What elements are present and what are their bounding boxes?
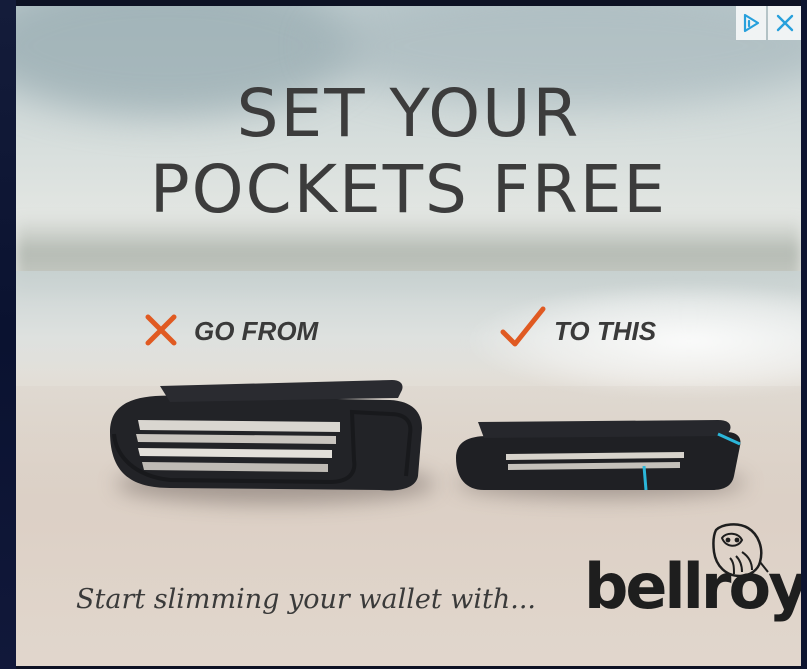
to-this-label: TO THIS bbox=[554, 316, 657, 346]
headline-line-1: SET YOUR bbox=[236, 75, 581, 152]
tagline: Start slimming your wallet with... bbox=[76, 584, 537, 615]
bulky-wallet-image bbox=[110, 380, 422, 491]
adchoices-button[interactable] bbox=[736, 6, 766, 40]
headline-line-2: POCKETS FREE bbox=[149, 151, 668, 228]
headline: SET YOUR POCKETS FREE bbox=[16, 76, 801, 228]
go-from-label: GO FROM bbox=[194, 316, 319, 346]
left-background-edge bbox=[0, 0, 16, 669]
bellroy-logo: bellroy bbox=[584, 550, 801, 623]
adchoices-icon bbox=[743, 13, 760, 33]
bellroy-ad-banner[interactable]: SET YOUR POCKETS FREE GO FROM TO THIS St… bbox=[16, 6, 801, 666]
x-mark-icon bbox=[145, 314, 177, 346]
check-mark-icon bbox=[500, 306, 546, 347]
slim-wallet-image bbox=[456, 420, 741, 491]
close-icon bbox=[776, 14, 793, 32]
close-ad-button[interactable] bbox=[768, 6, 801, 40]
right-background-edge bbox=[801, 0, 807, 669]
